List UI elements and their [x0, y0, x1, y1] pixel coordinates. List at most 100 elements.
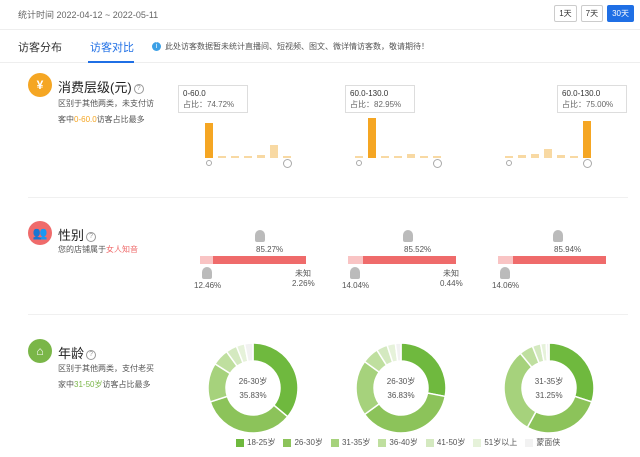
help-icon[interactable]: ? [86, 231, 97, 242]
tab-visitor-compare[interactable]: 访客对比 [90, 39, 134, 55]
legend-item: 36-40岁 [378, 437, 418, 448]
legend-label: 41-50岁 [436, 438, 466, 447]
unknown-label: 未知 [295, 269, 311, 278]
legend-item: 蒙面侠 [525, 437, 560, 448]
donut-center-value: 36.83% [387, 391, 415, 400]
tooltip-range: 0-60.0 [183, 89, 206, 98]
yuan-icon: ¥ [28, 73, 52, 97]
consumption-bar [355, 155, 363, 158]
legend-label: 蒙面侠 [536, 438, 561, 447]
male-icon [500, 267, 510, 279]
tooltip-share: 占比：82.95% [350, 100, 402, 109]
consumption-bar [407, 153, 415, 158]
legend-item: 41-50岁 [425, 437, 466, 448]
consumption-bar [570, 155, 578, 158]
consumption-bar [368, 118, 376, 158]
donut-center-value: 31.25% [535, 391, 563, 400]
female-bar [513, 256, 606, 264]
legend-swatch [236, 438, 244, 447]
coin-stack-icon [433, 159, 442, 168]
donut-center-label: 26-30岁 [386, 377, 416, 386]
consumption-bar [244, 156, 252, 158]
legend-label: 18-25岁 [247, 438, 276, 447]
consumption-bar [381, 155, 389, 158]
female-bar [213, 256, 306, 264]
female-icon [553, 230, 563, 242]
tooltip-range: 60.0-130.0 [350, 89, 389, 98]
age-icon: ⌂ [28, 339, 52, 363]
legend-item: 31-35岁 [330, 437, 371, 448]
section-divider [28, 197, 628, 198]
legend-swatch [283, 438, 292, 447]
notice-text: 此处访客数据暂未统计直播间、短视频、图文、微详情访客数，敬请期待！ [165, 42, 429, 51]
consumption-bar [583, 121, 591, 158]
age-title: 年龄? [58, 343, 97, 362]
donut-slice [545, 342, 550, 362]
top-bar: 统计时间 2022-04-12 ~ 2022-05-11 1天 7天 30天 [0, 0, 640, 30]
consumption-bar [420, 156, 428, 158]
age-donut [503, 342, 595, 434]
consumption-bar [231, 156, 239, 158]
unknown-percent: 0.44% [440, 279, 463, 288]
legend-swatch [378, 438, 387, 447]
help-icon[interactable]: ? [86, 349, 97, 360]
unknown-percent: 2.26% [292, 279, 315, 288]
male-percent: 12.46% [194, 281, 222, 290]
age-donut [207, 342, 299, 434]
tab-bar: 访客分布 访客对比 i 此处访客数据暂未统计直播间、短视频、图文、微详情访客数，… [0, 31, 640, 63]
section-divider [28, 314, 628, 315]
consumption-desc: 区别于其他两类，未支付访 客中0-60.0访客占比最多 [58, 99, 154, 124]
donut-center-value: 35.83% [239, 391, 267, 400]
help-icon[interactable]: ? [133, 83, 144, 94]
female-percent: 85.52% [404, 245, 432, 254]
tooltip-range: 60.0-130.0 [562, 89, 601, 98]
legend-swatch [473, 438, 482, 447]
active-tab-indicator [88, 61, 134, 63]
donut-slice [400, 342, 447, 398]
unknown-label: 未知 [443, 269, 459, 278]
male-bar [348, 256, 364, 264]
legend-swatch [425, 438, 434, 447]
female-icon [403, 230, 413, 242]
consumption-bar [505, 156, 513, 158]
female-bar [363, 256, 456, 264]
tooltip-share: 占比：75.00% [562, 100, 614, 109]
male-percent: 14.06% [492, 281, 520, 290]
consumption-bar [518, 155, 526, 158]
coin-stack-icon [283, 159, 292, 168]
male-icon [350, 267, 360, 279]
male-percent: 14.04% [342, 281, 370, 290]
legend-label: 51岁以上 [484, 438, 518, 447]
legend-label: 36-40岁 [389, 438, 418, 447]
notice: i 此处访客数据暂未统计直播间、短视频、图文、微详情访客数，敬请期待！ [152, 41, 429, 52]
consumption-bar [531, 154, 539, 158]
age-desc: 区别于其他两类，支付老买 家中31-50岁访客占比最多 [58, 364, 154, 389]
consumption-bar [544, 149, 552, 158]
range-30d-button[interactable]: 30天 [607, 5, 634, 22]
legend-item: 51岁以上 [473, 437, 517, 448]
legend-item: 26-30岁 [283, 437, 323, 448]
age-legend: 18-25岁 26-30岁 31-35岁 36-40岁 41-50岁 51岁以上 蒙面侠 [236, 437, 560, 448]
consumption-tooltip: 0-60.0 占比：74.72% [178, 85, 248, 113]
male-bar [200, 256, 214, 264]
consumption-bar [218, 156, 226, 158]
tab-visitor-distribution[interactable]: 访客分布 [18, 39, 62, 55]
range-7d-button[interactable]: 7天 [580, 5, 604, 22]
consumption-bar [394, 156, 402, 158]
date-range-label: 统计时间 2022-04-12 ~ 2022-05-11 [18, 10, 159, 20]
legend-swatch [525, 438, 534, 447]
coin-icon [506, 160, 512, 166]
male-bar [498, 256, 514, 264]
female-percent: 85.94% [554, 245, 582, 254]
female-percent: 85.27% [256, 245, 284, 254]
consumption-bar [283, 156, 291, 158]
male-icon [202, 267, 212, 279]
female-icon [255, 230, 265, 242]
legend-item: 18-25岁 [236, 437, 275, 448]
legend-label: 31-35岁 [341, 438, 371, 447]
people-icon: 👥 [28, 221, 52, 245]
legend-label: 26-30岁 [294, 438, 323, 447]
range-1d-button[interactable]: 1天 [554, 5, 577, 22]
gender-desc: 您的店铺属于女人知音 [58, 245, 138, 254]
consumption-bar [433, 156, 441, 158]
